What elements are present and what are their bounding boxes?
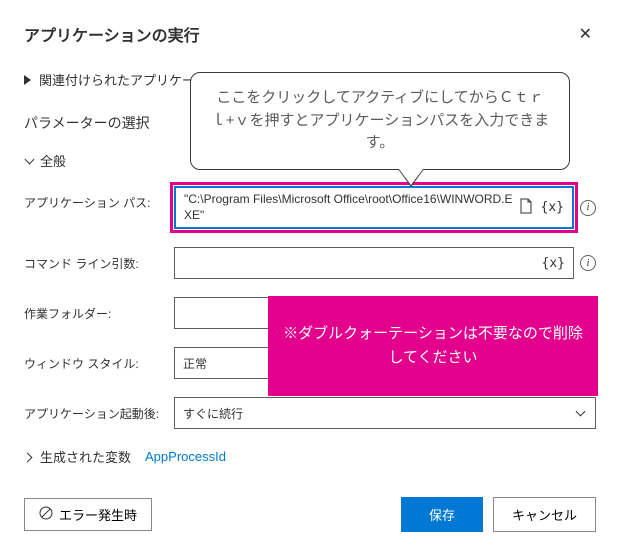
cmd-args-label: コマンド ライン引数:	[24, 247, 174, 272]
app-path-label: アプリケーション パス:	[24, 186, 174, 211]
callout-tooltip: ここをクリックしてアクティブにしてからＣｔｒｌ+ｖを押すとアプリケーションパスを…	[190, 72, 570, 170]
dialog-title: アプリケーションの実行	[24, 22, 200, 46]
cancel-button[interactable]: キャンセル	[493, 497, 596, 532]
info-icon[interactable]: i	[580, 255, 596, 271]
on-error-label: エラー発生時	[59, 505, 137, 524]
variable-icon[interactable]: {x}	[541, 200, 564, 215]
work-folder-label: 作業フォルダー:	[24, 297, 174, 322]
save-button[interactable]: 保存	[401, 497, 483, 532]
window-style-label: ウィンドウ スタイル:	[24, 347, 174, 372]
app-path-value: "C:\Program Files\Microsoft Office\root\…	[184, 192, 519, 223]
chevron-down-icon	[577, 408, 587, 418]
cmd-args-input[interactable]: {x}	[174, 247, 574, 279]
expand-right-icon	[24, 75, 31, 85]
variable-icon[interactable]: {x}	[542, 256, 565, 271]
chevron-down-icon	[24, 156, 34, 166]
after-launch-select[interactable]: すぐに続行	[174, 397, 596, 429]
on-error-button[interactable]: エラー発生時	[24, 498, 152, 531]
annotation-note: ※ダブルクォーテーションは不要なので削除してください	[268, 296, 598, 396]
window-style-value: 正常	[183, 355, 207, 372]
general-label: 全般	[40, 151, 66, 170]
chevron-right-icon	[24, 452, 34, 462]
info-icon[interactable]: i	[580, 200, 596, 216]
app-path-input[interactable]: "C:\Program Files\Microsoft Office\root\…	[174, 186, 574, 229]
generated-vars-label: 生成された変数	[40, 447, 131, 466]
generated-vars-toggle[interactable]: 生成された変数 AppProcessId	[24, 447, 596, 466]
error-icon	[39, 506, 53, 523]
generated-var-link[interactable]: AppProcessId	[145, 449, 226, 464]
after-launch-value: すぐに続行	[183, 405, 243, 422]
file-picker-icon[interactable]	[519, 198, 533, 217]
annotation-text: ※ダブルクォーテーションは不要なので削除してください	[278, 322, 588, 370]
close-icon[interactable]: ✕	[575, 20, 596, 48]
callout-text: ここをクリックしてアクティブにしてからＣｔｒｌ+ｖを押すとアプリケーションパスを…	[211, 89, 549, 151]
after-launch-label: アプリケーション起動後:	[24, 397, 174, 422]
